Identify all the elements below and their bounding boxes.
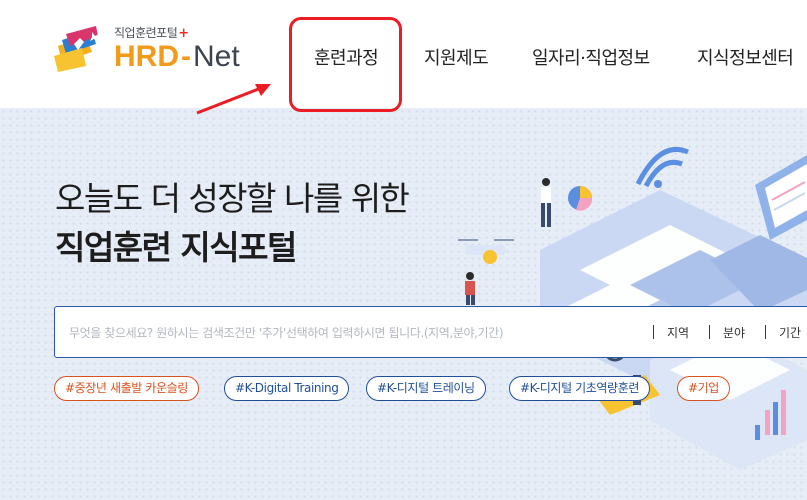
filter-divider xyxy=(709,325,710,339)
hashtag-button[interactable]: #K-Digital Training xyxy=(224,376,350,401)
filter-region[interactable]: 지역 xyxy=(667,324,689,341)
search-bar: 지역 분야 기간 xyxy=(54,306,807,358)
nav-item-support-system[interactable]: 지원제도 xyxy=(424,44,489,70)
hrd-net-logo[interactable]: 직업훈련포털+ HRD-Net xyxy=(52,24,252,76)
hero-headline-line2: 직업훈련 지식포털 xyxy=(55,228,297,267)
red-arrow-icon xyxy=(196,84,271,115)
filter-divider xyxy=(653,325,654,339)
nav-item-knowledge-center[interactable]: 지식정보센터 xyxy=(697,44,794,70)
filter-divider xyxy=(765,325,766,339)
logo-wordmark: HRD-Net xyxy=(114,40,240,73)
filter-field[interactable]: 분야 xyxy=(723,324,745,341)
hashtag-button[interactable]: #기업 xyxy=(677,376,730,401)
logo-subtitle: 직업훈련포털+ xyxy=(114,26,189,41)
hero-headline-line1: 오늘도 더 성장할 나를 위한 xyxy=(55,179,410,218)
filter-period[interactable]: 기간 xyxy=(779,324,801,341)
highlight-box xyxy=(289,17,402,112)
hrd-net-logo-icon xyxy=(54,26,99,72)
nav-item-job-info[interactable]: 일자리·직업정보 xyxy=(532,44,650,70)
hashtag-button[interactable]: #K-디지털 트레이닝 xyxy=(366,376,486,401)
hashtag-button[interactable]: #중장년 새출발 카운슬링 xyxy=(54,376,199,401)
search-input[interactable] xyxy=(69,322,629,344)
hashtag-button[interactable]: #K-디지털 기초역량훈련 xyxy=(509,376,650,401)
site-header: 직업훈련포털+ HRD-Net 훈련과정 지원제도 일자리·직업정보 지식정보센… xyxy=(0,0,807,108)
